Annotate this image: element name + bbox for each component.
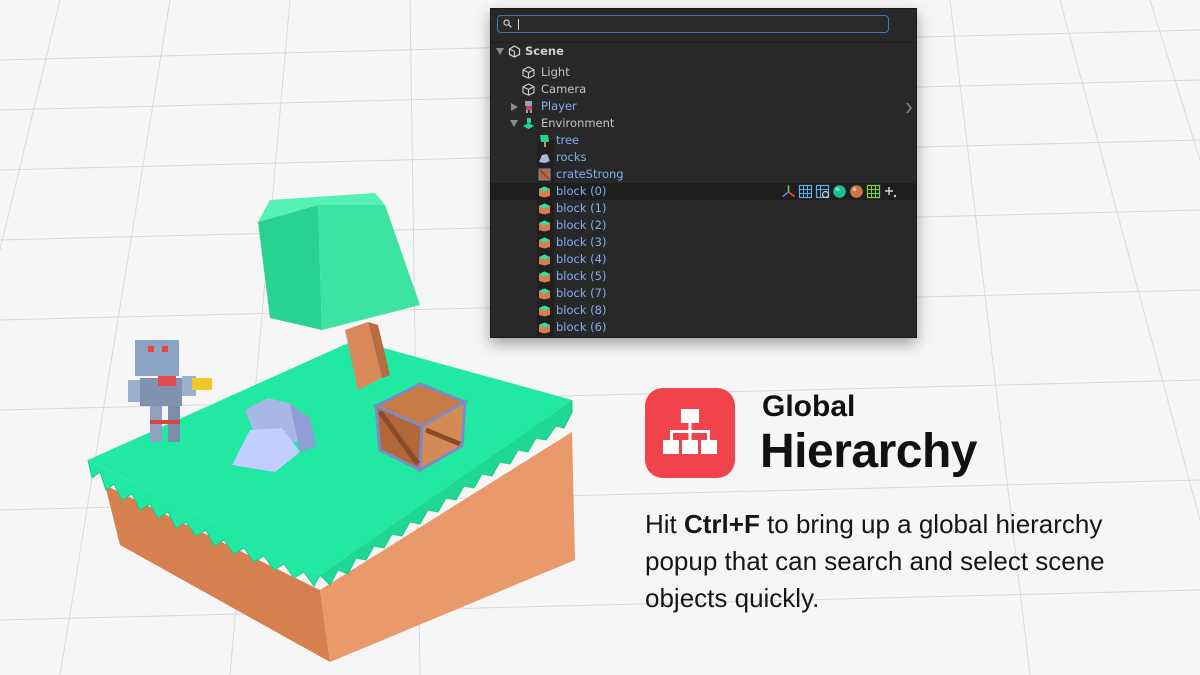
block-prefab-icon <box>539 288 550 300</box>
search-icon <box>503 19 512 28</box>
hierarchy-item[interactable]: block (3) <box>491 234 916 251</box>
item-label: Camera <box>541 82 587 96</box>
hierarchy-item[interactable]: block (1) <box>491 200 916 217</box>
hierarchy-app-icon <box>645 388 735 478</box>
item-label: block (3) <box>556 235 607 249</box>
environment-prefab-icon <box>523 118 534 129</box>
grid-gear-icon[interactable] <box>815 184 830 199</box>
item-label: block (0) <box>556 184 607 198</box>
search-field[interactable] <box>497 15 889 33</box>
robot-prefab-icon <box>525 101 532 113</box>
item-label: tree <box>556 133 580 147</box>
hierarchy-item[interactable]: block (8) <box>491 302 916 319</box>
item-label: Light <box>541 65 570 79</box>
block-prefab-icon <box>539 322 550 334</box>
hierarchy-item[interactable]: Camera <box>491 81 916 98</box>
gameobject-cube-icon <box>522 83 535 96</box>
item-label: block (8) <box>556 303 607 317</box>
expand-arrow-icon[interactable] <box>510 120 518 127</box>
expand-arrow-icon[interactable] <box>496 48 504 55</box>
hierarchy-item[interactable]: block (6) <box>491 319 916 336</box>
hierarchy-item[interactable]: Player <box>491 98 916 115</box>
hierarchy-item[interactable]: block (5) <box>491 268 916 285</box>
hierarchy-item[interactable]: block (4) <box>491 251 916 268</box>
brown-sphere-icon[interactable] <box>849 184 864 199</box>
hierarchy-item-selected[interactable]: block (0) <box>491 183 916 200</box>
scene-row[interactable]: Scene <box>491 43 916 60</box>
item-label: crateStrong <box>556 167 624 181</box>
transform-gizmo-icon[interactable] <box>781 184 796 199</box>
search-input[interactable] <box>520 16 880 32</box>
rocks-prefab-icon <box>539 154 550 163</box>
hierarchy-item[interactable]: Light <box>491 64 916 81</box>
tree-canopy-front <box>258 205 322 330</box>
item-label: Environment <box>541 116 615 130</box>
block-prefab-icon <box>539 186 550 198</box>
chevron-right-icon[interactable] <box>905 102 913 114</box>
title-line-2: Hierarchy <box>760 425 977 478</box>
item-label: block (2) <box>556 218 607 232</box>
item-label: block (4) <box>556 252 607 266</box>
hierarchy-item[interactable]: block (7) <box>491 285 916 302</box>
gameobject-cube-icon <box>522 66 535 79</box>
block-prefab-icon <box>539 203 550 215</box>
shortcut-key: Ctrl+F <box>684 509 760 539</box>
hierarchy-item[interactable]: Environment <box>491 115 916 132</box>
add-component-icon[interactable] <box>883 184 898 199</box>
hierarchy-item[interactable]: rocks <box>491 149 916 166</box>
teal-sphere-icon[interactable] <box>832 184 847 199</box>
desc-pre: Hit <box>645 509 684 539</box>
crate-prefab-icon <box>538 168 551 181</box>
block-prefab-icon <box>539 305 550 317</box>
unity-logo-icon <box>508 45 521 58</box>
hierarchy-item[interactable]: crateStrong <box>491 166 916 183</box>
block-prefab-icon <box>539 254 550 266</box>
description: Hit Ctrl+F to bring up a global hierarch… <box>645 506 1165 617</box>
item-label: block (7) <box>556 286 607 300</box>
item-label: block (6) <box>556 320 607 334</box>
item-label: block (5) <box>556 269 607 283</box>
expand-arrow-icon[interactable] <box>511 103 518 111</box>
org-chart-icon <box>663 409 717 454</box>
item-label: block (1) <box>556 201 607 215</box>
block-prefab-icon <box>539 237 550 249</box>
tree-prefab-icon <box>540 135 549 147</box>
green-grid-icon[interactable] <box>866 184 881 199</box>
block-prefab-icon <box>539 271 550 283</box>
scene-label: Scene <box>525 44 564 58</box>
text-caret <box>518 19 519 30</box>
hierarchy-item[interactable]: block (2) <box>491 217 916 234</box>
tree-canopy-side <box>318 205 420 330</box>
global-hierarchy-popup: Scene Light Camera Player Environment tr… <box>490 8 917 338</box>
hierarchy-item[interactable]: tree <box>491 132 916 149</box>
title-line-1: Global <box>762 390 856 423</box>
block-prefab-icon <box>539 220 550 232</box>
grid-icon[interactable] <box>798 184 813 199</box>
item-label: Player <box>541 99 577 113</box>
item-label: rocks <box>556 150 587 164</box>
